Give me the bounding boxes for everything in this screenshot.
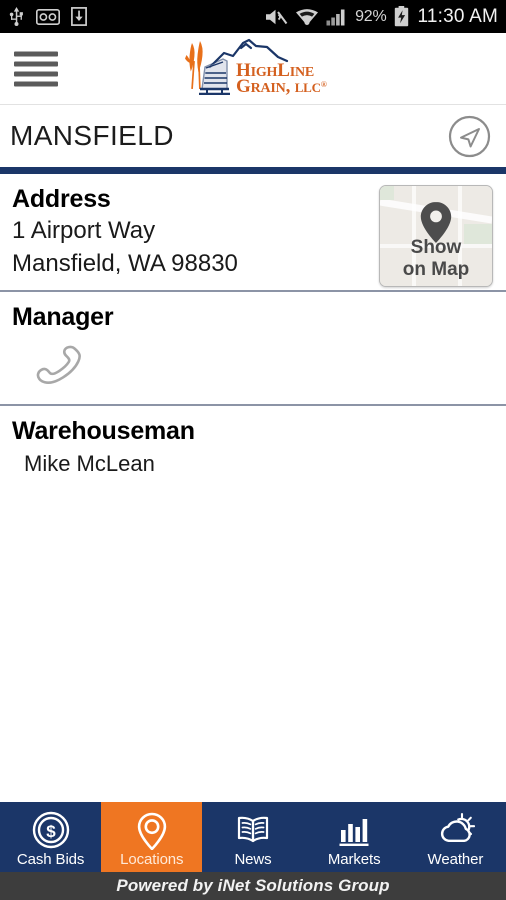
- hamburger-bar: [14, 71, 58, 76]
- nav-tab-weather-label: Weather: [427, 850, 484, 868]
- location-detail-content: Address 1 Airport Way Mansfield, WA 9883…: [0, 174, 506, 489]
- voicemail-icon: [36, 8, 60, 25]
- battery-charging-icon: [394, 6, 408, 27]
- bar-chart-icon: [339, 818, 369, 846]
- phone-handset-icon: [36, 345, 81, 384]
- nav-tab-weather[interactable]: Weather: [405, 802, 506, 872]
- hamburger-bar: [14, 51, 58, 56]
- show-on-map-line1: Show: [410, 237, 462, 259]
- hamburger-bar: [14, 81, 58, 86]
- nav-tab-locations-label: Locations: [120, 850, 184, 868]
- nav-tab-news-label: News: [234, 850, 272, 868]
- manager-section: Manager: [0, 292, 506, 406]
- android-status-bar: 92% 11:30 AM: [0, 0, 506, 33]
- page-title-bar: MANSFIELD: [0, 105, 506, 167]
- warehouseman-name: Mike McLean: [24, 451, 155, 476]
- map-pin-icon: [137, 812, 166, 850]
- warehouseman-section: Warehouseman Mike McLean: [0, 406, 506, 489]
- open-book-icon: [237, 816, 269, 842]
- bottom-navigation-bar: $ Cash Bids Locations News Markets Weath…: [0, 802, 506, 872]
- hamburger-bar: [14, 61, 58, 66]
- manager-heading: Manager: [12, 302, 114, 331]
- address-street: 1 Airport Way: [12, 217, 156, 245]
- show-on-map-label: Show on Map: [380, 237, 492, 280]
- nav-tab-markets-label: Markets: [327, 850, 381, 868]
- manager-phone-button[interactable]: [12, 333, 494, 395]
- dollar-coin-icon: $: [32, 811, 69, 848]
- show-on-map-button[interactable]: Show on Map: [379, 185, 493, 287]
- address-section: Address 1 Airport Way Mansfield, WA 9883…: [0, 174, 506, 292]
- address-heading: Address: [12, 185, 111, 213]
- nav-tab-locations[interactable]: Locations: [101, 802, 203, 872]
- app-screen: 92% 11:30 AM HIGHLINE GRAIN, LLC® MANSFI…: [0, 0, 506, 900]
- nav-tab-cash-bids-label: Cash Bids: [16, 850, 85, 868]
- powered-by-footer: Powered by iNet Solutions Group: [0, 872, 506, 900]
- page-title: MANSFIELD: [10, 120, 174, 151]
- wifi-icon: [296, 8, 319, 25]
- nav-tab-markets[interactable]: Markets: [304, 802, 405, 872]
- title-accent-bar: [0, 167, 506, 174]
- download-icon: [71, 7, 87, 26]
- navigation-arrow-icon[interactable]: [447, 114, 492, 159]
- status-clock: 11:30 AM: [417, 5, 498, 27]
- show-on-map-line2: on Map: [402, 258, 470, 280]
- status-bar-left-icons: [8, 7, 87, 26]
- highline-grain-logo[interactable]: HIGHLINE GRAIN, LLC®: [177, 37, 329, 100]
- nav-tab-news[interactable]: News: [202, 802, 303, 872]
- sun-cloud-icon: [441, 812, 476, 842]
- mute-icon: [266, 9, 288, 24]
- svg-text:$: $: [46, 822, 56, 841]
- nav-tab-cash-bids[interactable]: $ Cash Bids: [0, 802, 101, 872]
- usb-icon: [9, 7, 23, 26]
- status-bar-right-icons: 92% 11:30 AM: [264, 6, 498, 28]
- warehouseman-heading: Warehouseman: [12, 416, 195, 445]
- hamburger-menu-icon[interactable]: [14, 47, 58, 90]
- signal-icon: [326, 9, 345, 25]
- app-header-bar: HIGHLINE GRAIN, LLC®: [0, 33, 506, 105]
- address-city-state-zip: Mansfield, WA 98830: [12, 249, 238, 277]
- powered-by-text: Powered by iNet Solutions Group: [116, 876, 390, 895]
- battery-percent: 92%: [355, 7, 387, 25]
